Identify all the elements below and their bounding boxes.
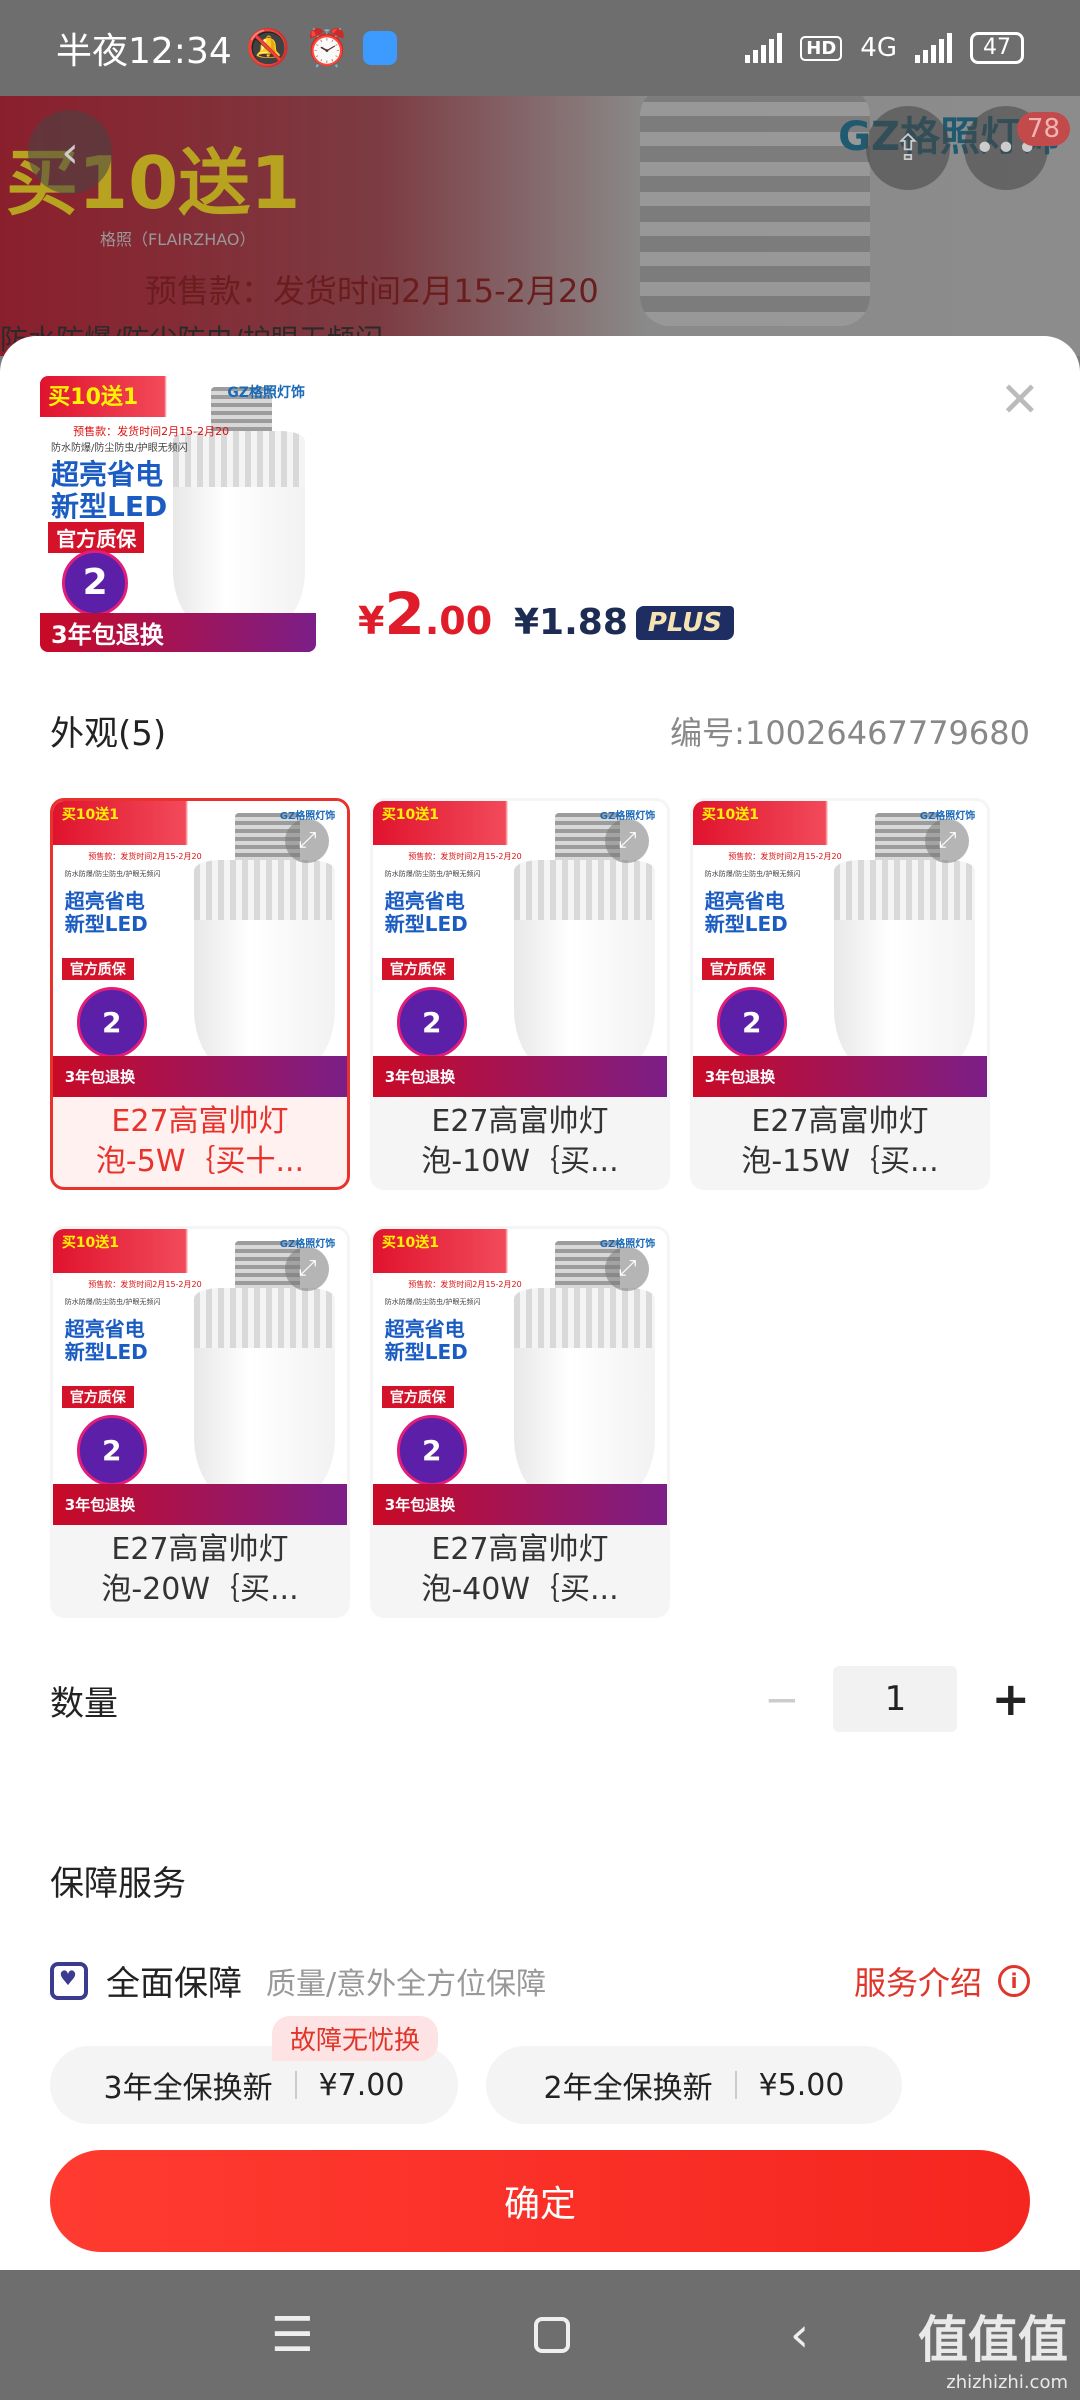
back-button[interactable]: ‹ [28,110,112,194]
expand-icon[interactable]: ⤢ [925,818,970,863]
variant-label: E27高富帅灯泡-20W｛买... [101,1531,299,1608]
variant-label: E27高富帅灯泡-5W｛买十... [95,1103,305,1180]
expand-icon[interactable]: ⤢ [605,818,650,863]
cart-count-badge: 78 [1016,112,1070,146]
variant-thumbnail: 买10送1 GZ格照灯饰 预售款：发货时间2月15-2月20 防水防爆/防尘防虫/护眼… [693,801,987,1097]
share-button[interactable]: ⇪ [866,106,950,190]
expand-icon[interactable]: ⤢ [285,818,330,863]
option-tag: 故障无忧换 [271,2016,438,2061]
service-row: 全面保障 质量/意外全方位保障 服务介绍 i [50,1956,1030,2005]
chevron-left-icon: ‹ [61,126,79,178]
quantity-input[interactable]: 1 [833,1666,958,1732]
plus-badge: PLUS [635,605,734,640]
variant-grid: 买10送1 GZ格照灯饰 预售款：发货时间2月15-2月20 防水防爆/防尘防虫/护眼… [50,798,1010,1618]
close-button[interactable]: ✕ [1000,376,1040,424]
variant-header: 外观(5) 编号:10026467779680 [50,706,1030,755]
back-nav-icon[interactable]: ‹ [790,2307,809,2363]
share-icon: ⇪ [892,127,924,169]
info-icon: i [998,1964,1030,1997]
variant-option[interactable]: 买10送1 GZ格照灯饰 预售款：发货时间2月15-2月20 防水防爆/防尘防虫/护眼… [50,1226,350,1618]
wifi-signal-icon [745,33,783,63]
service-name: 全面保障 [106,1964,242,2004]
menu-icon[interactable]: ☰ [271,2307,314,2363]
variant-thumbnail: 买10送1 GZ格照灯饰 预售款：发货时间2月15-2月20 防水防爆/防尘防虫/护眼… [373,801,667,1097]
battery-indicator: 47 [970,32,1024,64]
app-notification-icon [363,31,398,65]
current-price: ¥2.00 [358,580,493,648]
product-thumbnail[interactable]: 买10送1 GZ格照灯饰 预售款：发货时间2月15-2月20 防水防爆/防尘防虫… [40,376,316,652]
bulb-image [834,860,976,1074]
service-option-3year[interactable]: 故障无忧换 3年全保换新 ¥7.00 [50,2016,458,2124]
hd-badge: HD [800,35,843,61]
network-type: 4G [860,33,897,63]
increase-quantity-button[interactable]: + [991,1672,1030,1726]
variant-thumbnail: 买10送1 GZ格照灯饰 预售款：发货时间2月15-2月20 防水防爆/防尘防虫/护眼… [53,1229,347,1525]
status-bar: 半夜12:34 🔕 ⏰ HD 4G 47 [0,0,1080,96]
variant-label: E27高富帅灯泡-40W｛买... [421,1531,619,1608]
expand-icon[interactable]: ⤢ [605,1246,650,1291]
sku-selector-sheet: ✕ 买10送1 GZ格照灯饰 预售款：发货时间2月15-2月20 防水防爆/防尘… [0,336,1080,2270]
variant-label: E27高富帅灯泡-15W｛买... [741,1103,939,1180]
plus-member-price: ¥1.88 PLUS [514,602,734,643]
watermark: 值值值 zhizhizhi.com [918,2311,1068,2393]
close-icon: ✕ [999,372,1040,428]
confirm-button[interactable]: 确定 [50,2150,1030,2252]
service-intro-link[interactable]: 服务介绍 i [854,1958,1030,2004]
bulb-image [514,1288,656,1502]
decrease-quantity-button[interactable]: − [764,1675,799,1724]
status-time: 半夜12:34 [56,31,232,72]
hero-brand: 格照（FLAIRZHAO） [100,230,256,249]
cell-signal-icon [915,33,952,63]
service-option-2year[interactable]: 2年全保换新 ¥5.00 [486,2046,902,2124]
service-description: 质量/意外全方位保障 [266,1966,547,2002]
bulb-image [640,96,870,326]
alarm-icon: ⏰ [304,28,350,69]
quantity-stepper: − 1 + [764,1666,1030,1732]
bulb-image [194,1288,336,1502]
variant-section-title: 外观(5) [50,714,167,754]
bulb-image [514,860,656,1074]
variant-label: E27高富帅灯泡-10W｛买... [421,1103,619,1180]
variant-option[interactable]: 买10送1 GZ格照灯饰 预售款：发货时间2月15-2月20 防水防爆/防尘防虫/护眼… [690,798,990,1190]
home-icon[interactable] [533,2317,570,2353]
expand-icon[interactable]: ⤢ [285,1246,330,1291]
variant-thumbnail: 买10送1 GZ格照灯饰 预售款：发货时间2月15-2月20 防水防爆/防尘防虫/护眼… [53,801,347,1097]
hero-presale: 预售款：发货时间2月15-2月20 [145,272,599,310]
service-section-title: 保障服务 [50,1864,186,1904]
service-header: 保障服务 [50,1856,1030,1905]
variant-option[interactable]: 买10送1 GZ格照灯饰 预售款：发货时间2月15-2月20 防水防爆/防尘防虫/护眼… [370,798,670,1190]
bulb-image [194,860,336,1074]
variant-option[interactable]: 买10送1 GZ格照灯饰 预售款：发货时间2月15-2月20 防水防爆/防尘防虫/护眼… [370,1226,670,1618]
quantity-label: 数量 [50,1684,118,1724]
mute-notification-icon: 🔕 [245,28,291,69]
variant-thumbnail: 买10送1 GZ格照灯饰 预售款：发货时间2月15-2月20 防水防爆/防尘防虫/护眼… [373,1229,667,1525]
protection-bag-icon [50,1961,88,2000]
bulb-image [172,431,306,630]
variant-option[interactable]: 买10送1 GZ格照灯饰 预售款：发货时间2月15-2月20 防水防爆/防尘防虫/护眼… [50,798,350,1190]
product-code: 编号:10026467779680 [670,713,1030,752]
